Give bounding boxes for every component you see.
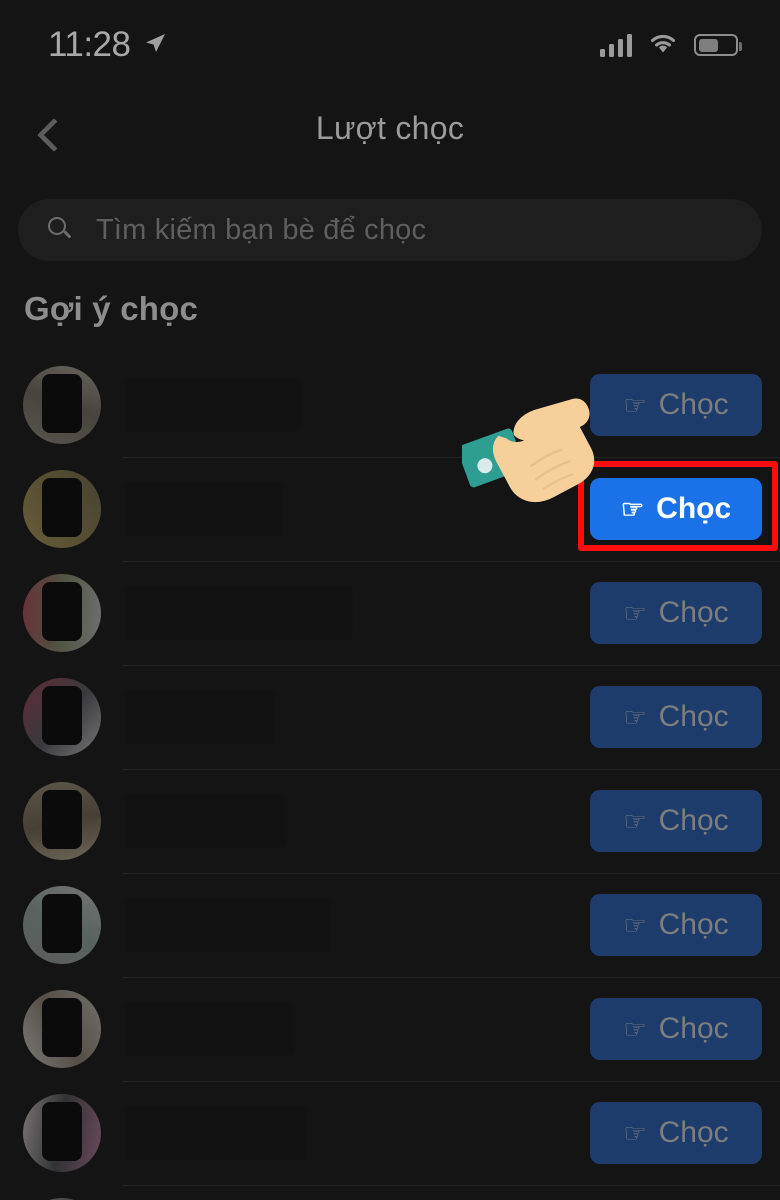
poke-button-label: Chọc — [658, 1012, 729, 1045]
avatar-redaction — [41, 1101, 83, 1162]
avatar-redaction — [41, 893, 83, 954]
friend-name-redaction — [125, 587, 353, 639]
table-row[interactable]: ☞ Chọc — [0, 353, 780, 457]
search-bar[interactable]: Tìm kiếm bạn bè để chọc — [18, 199, 762, 261]
pointing-hand-icon: ☞ — [623, 702, 647, 732]
poke-button-label: Chọc — [658, 1116, 729, 1149]
pointing-hand-icon: ☞ — [620, 494, 645, 524]
poke-button-label: Chọc — [656, 492, 732, 525]
poke-button-label: Chọc — [658, 908, 729, 941]
section-title: Gợi ý chọc — [24, 290, 199, 327]
friend-name-redaction — [125, 691, 275, 743]
friend-name-redaction — [125, 483, 283, 535]
search-input-placeholder[interactable]: Tìm kiếm bạn bè để chọc — [96, 214, 426, 247]
table-row[interactable]: ☞ Chọc — [0, 977, 780, 1081]
avatar-redaction — [41, 581, 83, 642]
avatar[interactable] — [23, 678, 101, 756]
poke-button-label: Chọc — [658, 804, 729, 837]
table-row[interactable]: ☞ Chọc — [0, 1081, 780, 1185]
table-row[interactable]: ☞ Chọc — [0, 873, 780, 977]
search-icon — [48, 217, 74, 243]
friend-name-redaction — [125, 379, 301, 431]
poke-button[interactable]: ☞ Chọc — [590, 894, 762, 956]
friend-name-redaction — [125, 1003, 295, 1055]
table-row[interactable]: ☞ Chọc — [0, 665, 780, 769]
poke-button-label: Chọc — [658, 596, 729, 629]
poke-suggestion-list[interactable]: ☞ Chọc ☞ Chọc ☞ Chọc ☞ Chọc ☞ Chọc ☞ Chọc ☞ Chọc ☞ Chọc… — [0, 353, 780, 1200]
avatar-redaction — [41, 477, 83, 538]
poke-button-label: Chọc — [658, 700, 729, 733]
avatar-redaction — [41, 373, 83, 434]
poke-button-label: Chọc — [658, 388, 729, 421]
avatar-redaction — [41, 997, 83, 1058]
pointing-hand-icon: ☞ — [623, 1118, 647, 1148]
nav-bar: Lượt chọc — [0, 90, 780, 180]
table-row[interactable]: ☞ Chọc — [0, 561, 780, 665]
friend-name-redaction — [125, 795, 287, 847]
pointing-hand-icon: ☞ — [623, 1014, 647, 1044]
wifi-icon — [648, 32, 678, 59]
poke-button[interactable]: ☞ Chọc — [590, 374, 762, 436]
cellular-signal-icon — [599, 33, 632, 57]
poke-button[interactable]: ☞ Chọc — [590, 790, 762, 852]
poke-button[interactable]: ☞ Chọc — [590, 1102, 762, 1164]
avatar[interactable] — [23, 574, 101, 652]
table-row[interactable]: ☞ Chọc — [0, 457, 780, 561]
poke-button[interactable]: ☞ Chọc — [590, 686, 762, 748]
avatar[interactable] — [23, 1094, 101, 1172]
poke-button[interactable]: ☞ Chọc — [590, 478, 762, 540]
avatar[interactable] — [23, 990, 101, 1068]
page-title: Lượt chọc — [315, 110, 465, 146]
friend-name-redaction — [125, 1107, 307, 1159]
battery-half-icon — [694, 34, 742, 56]
phone-screen: 11:28 Lượt chọc Tìm kiếm bạn bè để chọc … — [0, 0, 780, 1200]
status-bar-left: 11:28 — [48, 25, 167, 65]
avatar-redaction — [41, 685, 83, 746]
poke-button[interactable]: ☞ Chọc — [590, 998, 762, 1060]
status-time: 11:28 — [48, 25, 131, 64]
location-arrow-icon — [143, 31, 167, 60]
avatar[interactable] — [23, 886, 101, 964]
pointing-hand-icon: ☞ — [623, 598, 647, 628]
avatar[interactable] — [23, 782, 101, 860]
poke-button[interactable]: ☞ Chọc — [590, 582, 762, 644]
avatar-redaction — [41, 789, 83, 850]
friend-name-redaction — [125, 899, 331, 951]
pointing-hand-icon: ☞ — [623, 910, 647, 940]
avatar[interactable] — [23, 470, 101, 548]
avatar[interactable] — [23, 366, 101, 444]
status-bar-right — [599, 32, 742, 59]
table-row[interactable]: ☞ Chọc — [0, 769, 780, 873]
status-bar: 11:28 — [0, 0, 780, 90]
table-row[interactable]: ☞Chọc — [0, 1185, 780, 1200]
pointing-hand-icon: ☞ — [623, 806, 647, 836]
pointing-hand-icon: ☞ — [623, 390, 647, 420]
